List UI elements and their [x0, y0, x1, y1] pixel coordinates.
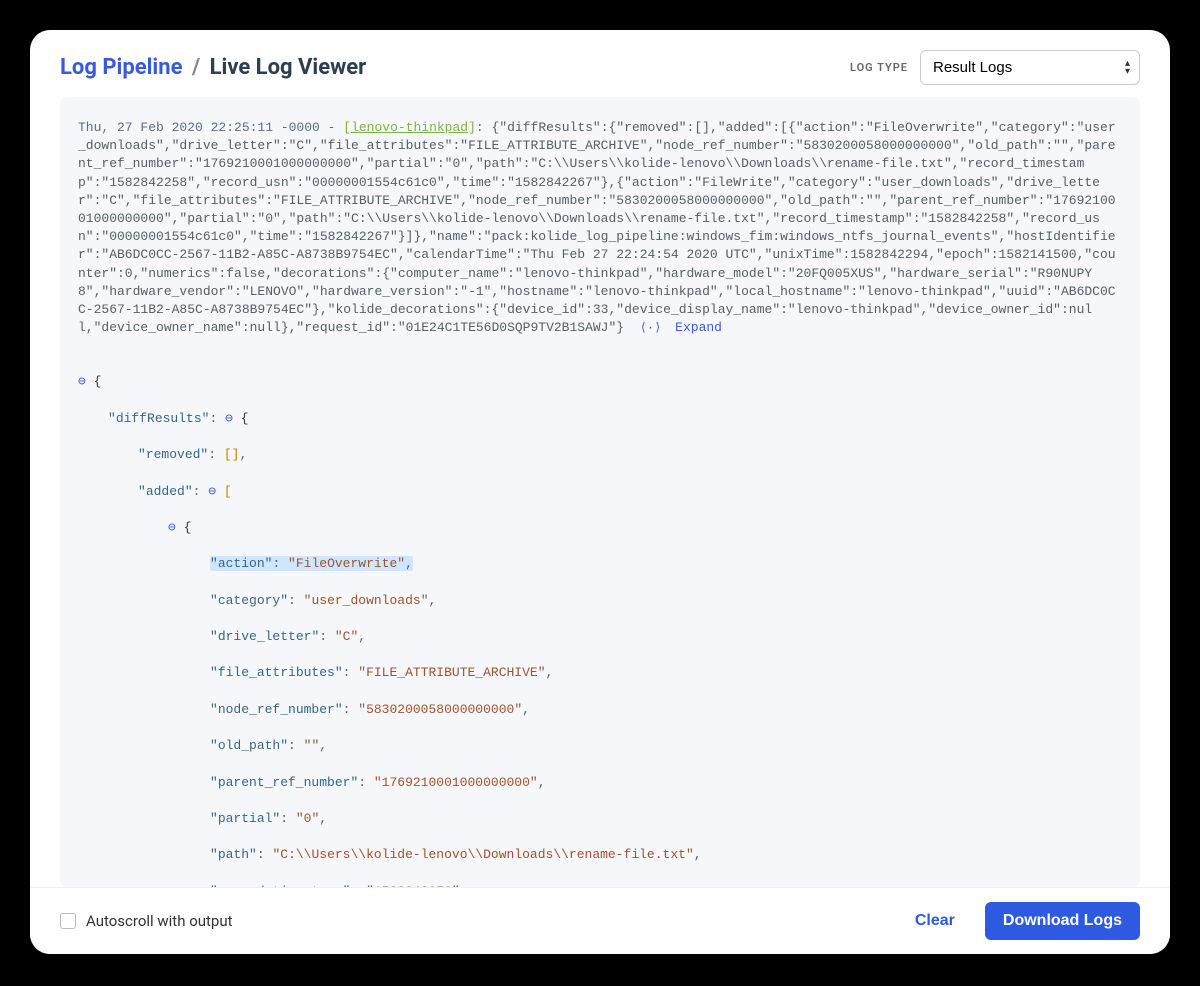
log-type-label: LOG TYPE [850, 61, 908, 74]
log-timestamp: Thu, 27 Feb 2020 22:25:11 -0000 [78, 120, 320, 135]
json-tree: ⊖ { "diffResults": ⊖ { "removed": [], "a… [78, 355, 1122, 887]
footer: Autoscroll with output Clear Download Lo… [30, 887, 1170, 954]
collapse-icon[interactable]: ⊖ [78, 374, 86, 389]
log-output: Thu, 27 Feb 2020 22:25:11 -0000 - [lenov… [60, 97, 1140, 887]
raw-json: {"diffResults":{"removed":[],"added":[{"… [78, 120, 1116, 335]
collapse-icon[interactable]: ⊖ [208, 484, 216, 499]
autoscroll-label: Autoscroll with output [86, 912, 233, 930]
log-host[interactable]: [lenovo-thinkpad] [343, 120, 476, 135]
autoscroll-checkbox[interactable] [60, 913, 76, 929]
expand-button[interactable]: Expand [675, 320, 722, 335]
download-logs-button[interactable]: Download Logs [985, 902, 1140, 940]
breadcrumb-root[interactable]: Log Pipeline [60, 55, 182, 80]
collapse-icon[interactable]: ⊖ [168, 520, 176, 535]
raw-log-line: Thu, 27 Feb 2020 22:25:11 -0000 - [lenov… [78, 119, 1122, 337]
breadcrumb-current: Live Log Viewer [210, 55, 367, 80]
breadcrumb-separator: / [192, 55, 200, 80]
log-viewer-card: Log Pipeline / Live Log Viewer LOG TYPE … [30, 30, 1170, 954]
header: Log Pipeline / Live Log Viewer LOG TYPE … [30, 30, 1170, 97]
autoscroll-toggle[interactable]: Autoscroll with output [60, 912, 233, 930]
collapse-icon[interactable]: ⊖ [225, 411, 233, 426]
log-type-select[interactable]: Result Logs [920, 50, 1140, 85]
expand-icon[interactable]: ⟨·⟩ [640, 321, 662, 335]
log-type-control: LOG TYPE Result Logs ▴▾ [850, 50, 1140, 85]
breadcrumb: Log Pipeline / Live Log Viewer [60, 55, 366, 80]
clear-button[interactable]: Clear [909, 911, 961, 931]
